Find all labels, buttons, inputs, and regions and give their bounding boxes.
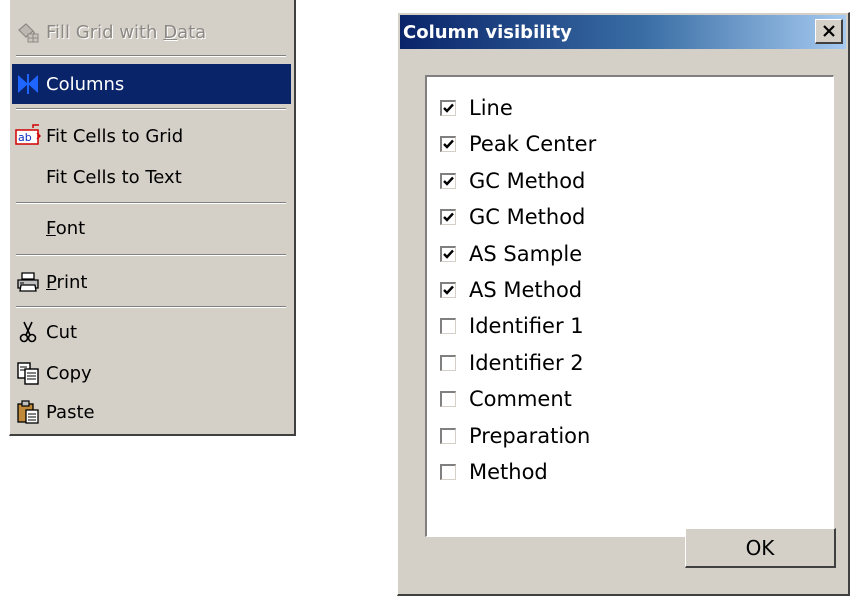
- menu-item-cut[interactable]: Cut: [12, 313, 291, 351]
- menu-item-label: Fit Cells to Text: [46, 166, 182, 188]
- column-option[interactable]: GC Method: [440, 165, 585, 197]
- ok-button[interactable]: OK: [685, 528, 836, 568]
- checkbox-unchecked[interactable]: [440, 354, 456, 371]
- column-option-label: Peak Center: [469, 132, 597, 157]
- close-button[interactable]: [815, 19, 843, 44]
- paste-icon: [15, 399, 41, 425]
- column-option[interactable]: AS Sample: [440, 238, 582, 270]
- menu-item-label: Font: [46, 217, 86, 239]
- column-option[interactable]: Preparation: [440, 420, 590, 452]
- checkbox-unchecked[interactable]: [440, 318, 456, 335]
- copy-icon: [15, 360, 41, 386]
- column-visibility-dialog: Column visibility Line Peak Center GC Meth…: [397, 12, 850, 596]
- menu-separator: [16, 55, 286, 57]
- column-option[interactable]: AS Method: [440, 274, 582, 306]
- column-option[interactable]: Identifier 2: [440, 347, 584, 379]
- checkbox-unchecked[interactable]: [440, 427, 456, 444]
- checkbox-unchecked[interactable]: [440, 464, 456, 480]
- close-icon: [822, 25, 835, 37]
- column-option[interactable]: Peak Center: [440, 128, 596, 160]
- title-bar: Column visibility: [400, 15, 846, 49]
- menu-item-columns[interactable]: Columns: [12, 64, 291, 104]
- menu-item-label: Fit Cells to Grid: [46, 125, 184, 147]
- checkbox-checked[interactable]: [440, 100, 456, 116]
- menu-item-font[interactable]: Font: [12, 209, 291, 247]
- checkbox-checked[interactable]: [440, 172, 456, 189]
- menu-item-fill-grid[interactable]: Fill Grid with Data: [12, 13, 291, 51]
- menu-item-label: Paste: [46, 401, 95, 423]
- checkbox-checked[interactable]: [440, 209, 456, 226]
- column-option[interactable]: GC Method: [440, 201, 585, 233]
- column-option-label: GC Method: [469, 205, 586, 230]
- column-list: Line Peak Center GC Method GC Method AS Samp…: [425, 75, 834, 537]
- menu-separator: [16, 254, 286, 256]
- dialog-title: Column visibility: [403, 21, 572, 43]
- checkbox-unchecked[interactable]: [440, 391, 456, 408]
- context-menu: Fill Grid with Data Columns ab Fit Cells…: [9, 0, 296, 436]
- column-option[interactable]: Line: [440, 92, 513, 124]
- checkbox-checked[interactable]: [440, 282, 456, 298]
- menu-item-copy[interactable]: Copy: [12, 354, 291, 392]
- column-option[interactable]: Identifier 1: [440, 310, 584, 342]
- column-option-label: GC Method: [469, 168, 586, 193]
- column-option-label: Line: [469, 96, 513, 120]
- column-option-label: Comment: [469, 387, 572, 412]
- columns-icon: [15, 71, 41, 97]
- checkbox-checked[interactable]: [440, 245, 456, 262]
- menu-item-label: Print: [46, 271, 88, 293]
- column-option-label: AS Method: [469, 278, 583, 302]
- fit-cells-icon: ab: [15, 123, 41, 149]
- menu-item-label: Columns: [46, 73, 125, 95]
- menu-item-print[interactable]: Print: [12, 263, 291, 301]
- menu-item-label: Cut: [46, 321, 78, 343]
- column-option-label: Preparation: [469, 423, 591, 448]
- checkbox-checked[interactable]: [440, 136, 456, 153]
- menu-item-paste[interactable]: Paste: [12, 393, 291, 431]
- menu-separator: [16, 306, 286, 308]
- printer-icon: [15, 269, 41, 295]
- menu-item-fit-cells-to-grid[interactable]: ab Fit Cells to Grid: [12, 117, 291, 155]
- scissors-icon: [15, 319, 41, 345]
- column-option-label: AS Sample: [469, 241, 583, 266]
- menu-item-label: Copy: [46, 362, 92, 384]
- fill-grid-icon: [15, 19, 41, 45]
- column-option-label: Method: [469, 460, 548, 484]
- menu-item-label: Fill Grid with Data: [46, 21, 207, 43]
- menu-separator: [16, 108, 286, 110]
- column-option[interactable]: Method: [440, 456, 548, 488]
- menu-item-fit-cells-to-text[interactable]: Fit Cells to Text: [12, 158, 291, 196]
- column-option[interactable]: Comment: [440, 383, 572, 415]
- column-option-label: Identifier 1: [469, 314, 584, 339]
- column-option-label: Identifier 2: [469, 350, 584, 375]
- svg-text:ab: ab: [18, 131, 32, 144]
- menu-separator: [16, 202, 286, 204]
